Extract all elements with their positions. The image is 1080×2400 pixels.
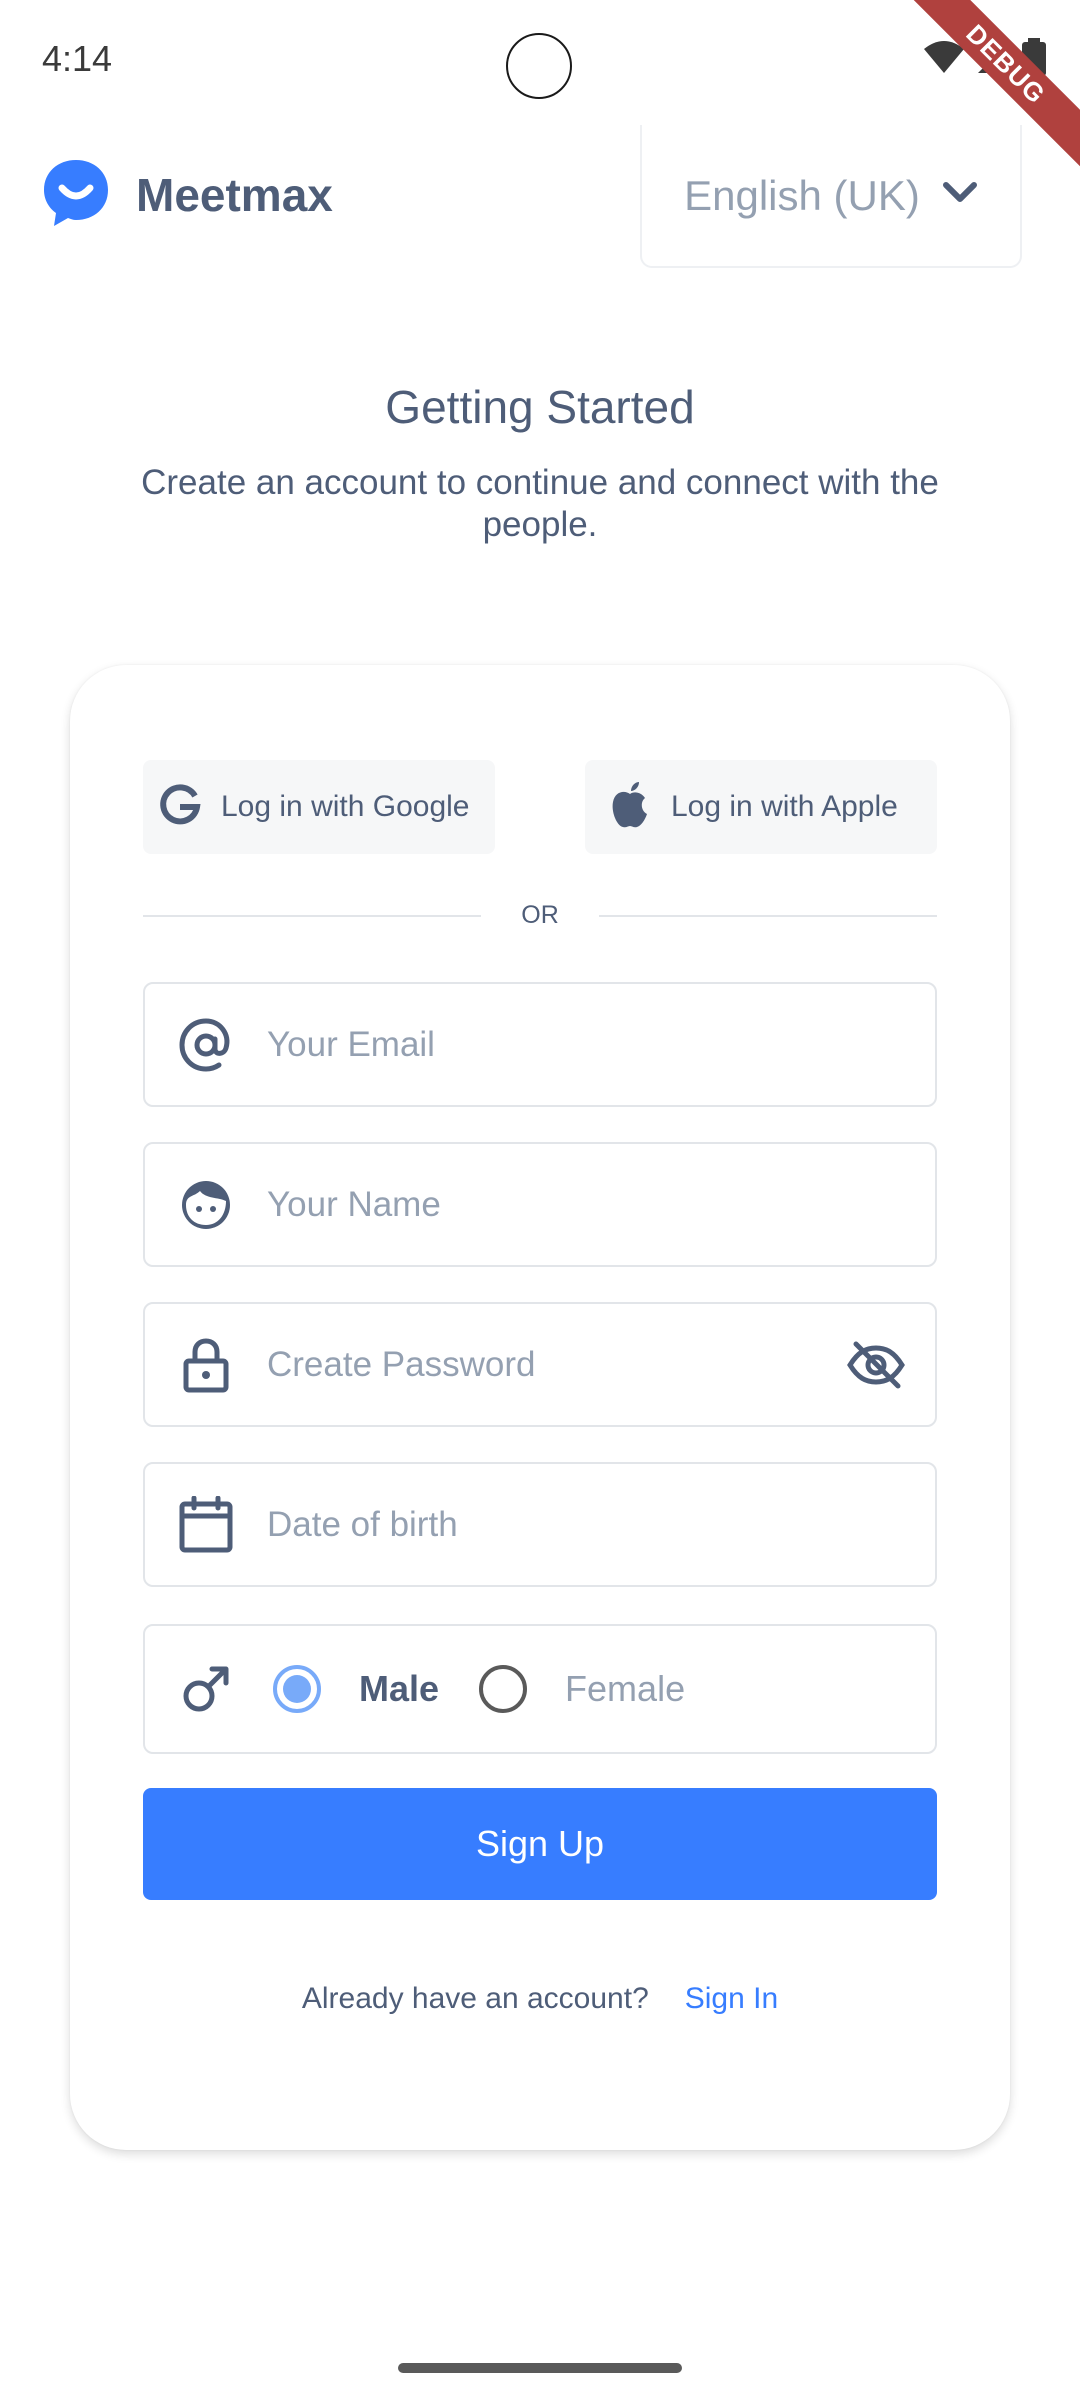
sign-in-link[interactable]: Sign In [685, 1982, 778, 2016]
google-login-label: Log in with Google [221, 790, 470, 823]
language-label: English (UK) [684, 171, 920, 219]
wifi-icon [922, 39, 966, 80]
email-field [143, 982, 937, 1107]
battery-icon [1022, 38, 1046, 81]
logo: Meetmax [40, 156, 333, 233]
or-divider: OR [143, 901, 937, 930]
name-field [143, 1142, 937, 1267]
apple-icon [607, 780, 653, 835]
status-icons [922, 38, 1046, 81]
status-time: 4:14 [42, 38, 113, 79]
dob-input[interactable] [267, 1504, 935, 1545]
eye-off-icon[interactable] [845, 1334, 907, 1396]
name-input[interactable] [267, 1184, 935, 1225]
sign-in-prompt: Already have an account? Sign In [70, 1982, 1010, 2016]
password-field [143, 1302, 937, 1427]
header: Meetmax English (UK) [0, 120, 1080, 270]
apple-login-label: Log in with Apple [671, 790, 898, 823]
logo-icon [40, 156, 112, 233]
google-icon [157, 782, 203, 833]
google-login-button[interactable]: Log in with Google [143, 760, 495, 854]
signal-icon [976, 39, 1012, 80]
account-question: Already have an account? [301, 1982, 649, 2015]
male-icon [175, 1658, 237, 1720]
female-label: Female [565, 1668, 686, 1709]
face-icon [175, 1174, 237, 1236]
divider-line-right [598, 914, 937, 917]
page-title: Getting Started [385, 381, 695, 433]
dob-field [143, 1462, 937, 1587]
app-name: Meetmax [136, 168, 333, 221]
status-bar: 4:14 [0, 0, 1080, 120]
lock-icon [175, 1334, 237, 1396]
intro: Getting Started Create an account to con… [0, 380, 1080, 546]
gender-field: Male Female [143, 1624, 937, 1754]
apple-login-button[interactable]: Log in with Apple [585, 760, 937, 854]
language-select[interactable]: English (UK) [640, 125, 1022, 268]
password-input[interactable] [267, 1344, 845, 1385]
home-indicator[interactable] [398, 2363, 682, 2373]
page-subtitle: Create an account to continue and connec… [141, 463, 939, 544]
chevron-down-icon [942, 181, 978, 210]
camera-cutout [506, 33, 572, 99]
email-input[interactable] [267, 1024, 935, 1065]
divider-text: OR [521, 901, 559, 929]
sign-up-button[interactable]: Sign Up [143, 1788, 937, 1900]
male-label: Male [359, 1668, 440, 1709]
social-login-row: Log in with Google Log in with Apple [143, 760, 937, 854]
divider-line-left [143, 914, 482, 917]
signup-card: Log in with Google Log in with Apple OR [70, 665, 1010, 2150]
calendar-icon [175, 1494, 237, 1556]
male-radio[interactable] [273, 1665, 321, 1713]
female-radio[interactable] [479, 1665, 528, 1713]
at-sign-icon [175, 1014, 237, 1076]
